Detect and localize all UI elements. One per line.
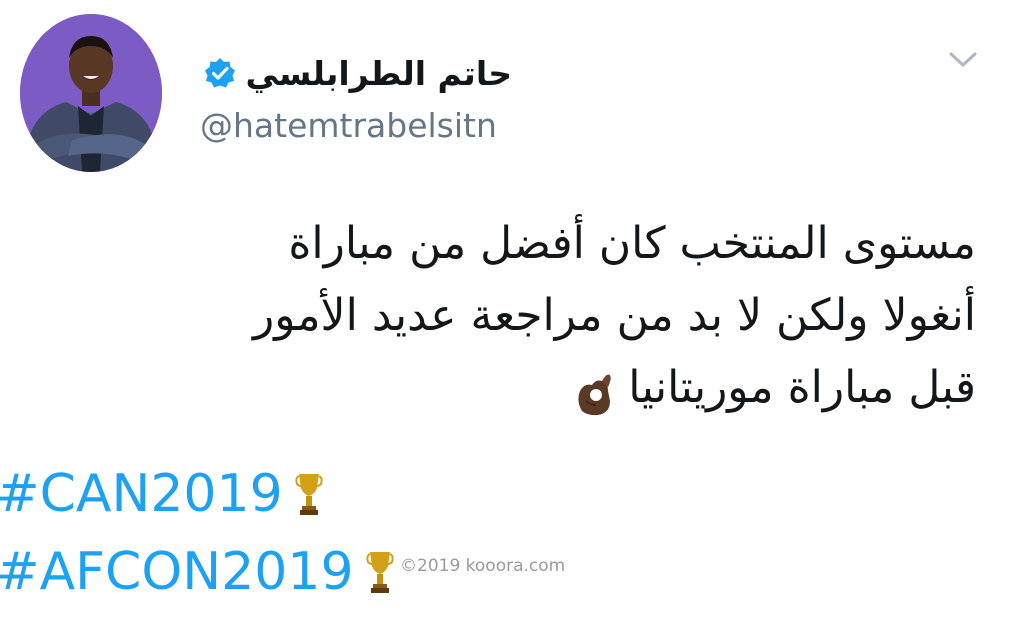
tweet-text-line: أنغولا ولكن لا بد من مراجعة عديد الأمور [252,290,976,341]
tweet-text: مستوى المنتخب كان أفضل من مباراة أنغولا … [76,208,976,424]
ok-hand-emoji-icon [572,367,618,416]
chevron-down-icon[interactable] [946,44,980,74]
tweet-text-line-text: قبل مباراة موريتانيا [628,362,976,413]
hashtag-line: #AFCON2019 [0,540,394,604]
user-name-row[interactable]: حاتم الطرابلسي [192,46,512,100]
tweet-text-line: مستوى المنتخب كان أفضل من مباراة [288,218,976,269]
trophy-emoji-icon [283,470,323,518]
hashtag-line: #CAN2019 [0,462,323,526]
watermark: ©2019 kooora.com [400,556,566,576]
tweet-card: حاتم الطرابلسي @hatemtrabelsitn مستوى ال… [0,0,1024,640]
hashtag-link[interactable]: #CAN2019 [0,464,283,524]
trophy-emoji-icon [354,548,394,596]
display-name[interactable]: حاتم الطرابلسي [246,54,512,93]
hashtag-link[interactable]: #AFCON2019 [0,542,354,602]
tweet-text-line: قبل مباراة موريتانيا [76,352,976,424]
avatar[interactable] [20,14,162,172]
verified-badge-icon [204,57,236,89]
user-handle[interactable]: @hatemtrabelsitn [200,106,497,145]
